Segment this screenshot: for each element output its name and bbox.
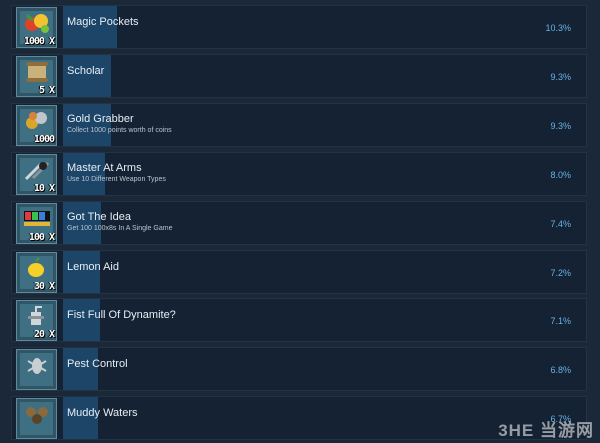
unlock-percentage: 7.2%: [550, 268, 571, 278]
achievement-row: 100 X Got The Idea Get 100 100x8s In A Sin…: [11, 201, 587, 245]
icon-multiplier-label: 5 X: [38, 85, 55, 96]
combo-counter-icon: 100 X: [16, 203, 57, 244]
icon-multiplier-label: 100 X: [28, 232, 55, 243]
unlock-percentage: 7.1%: [550, 316, 571, 326]
achievement-row: 20 X Fist Full Of Dynamite? 7.1%: [11, 298, 587, 342]
icon-multiplier-label: 1000 X: [23, 36, 55, 47]
unlock-percentage: 9.3%: [550, 72, 571, 82]
icon-multiplier-label: 10 X: [33, 183, 55, 194]
unlock-percentage: 6.8%: [550, 365, 571, 375]
achievement-title: Pest Control: [67, 358, 128, 370]
achievement-title: Scholar: [67, 65, 105, 77]
achievement-title: Master At Arms: [67, 162, 142, 174]
icon-multiplier-label: 1000: [33, 134, 55, 145]
achievement-description: Collect 1000 points worth of coins: [67, 127, 172, 134]
mud-splash-icon: [16, 398, 57, 439]
unlock-percentage: 10.3%: [545, 23, 571, 33]
achievement-description: Use 10 Different Weapon Types: [67, 176, 166, 183]
achievement-title: Lemon Aid: [67, 261, 119, 273]
coins-icon: 1000: [16, 105, 57, 146]
achievement-row: 30 X Lemon Aid 7.2%: [11, 250, 587, 294]
achievement-row: Pest Control 6.8%: [11, 347, 587, 391]
unlock-progress-bar: [63, 202, 101, 244]
unlock-percentage: 8.0%: [550, 170, 571, 180]
icon-multiplier-label: 30 X: [33, 281, 55, 292]
icon-multiplier-label: 20 X: [33, 329, 55, 340]
unlock-progress-bar: [63, 104, 111, 146]
achievement-row: 10 X Master At Arms Use 10 Different Weapo…: [11, 152, 587, 196]
achievement-row: 1000 X Magic Pockets 10.3%: [11, 5, 587, 49]
weapons-icon: 10 X: [16, 154, 57, 195]
achievement-title: Muddy Waters: [67, 407, 138, 419]
achievement-row: 1000 Gold Grabber Collect 1000 points wort…: [11, 103, 587, 147]
achievement-title: Got The Idea: [67, 211, 132, 223]
achievement-row: 5 X Scholar 9.3%: [11, 54, 587, 98]
achievement-title: Magic Pockets: [67, 16, 139, 28]
site-watermark: 3HE 当游网: [498, 421, 594, 440]
unlock-percentage: 9.3%: [550, 121, 571, 131]
achievement-title: Fist Full Of Dynamite?: [67, 309, 176, 321]
achievement-description: Get 100 100x8s In A Single Game: [67, 225, 173, 232]
lemon-icon: 30 X: [16, 252, 57, 293]
fruit-pile-icon: 1000 X: [16, 7, 57, 48]
scroll-icon: 5 X: [16, 56, 57, 97]
bug-icon: [16, 349, 57, 390]
dynamite-icon: 20 X: [16, 300, 57, 341]
unlock-progress-bar: [63, 153, 105, 195]
unlock-percentage: 7.4%: [550, 219, 571, 229]
achievement-title: Gold Grabber: [67, 113, 134, 125]
